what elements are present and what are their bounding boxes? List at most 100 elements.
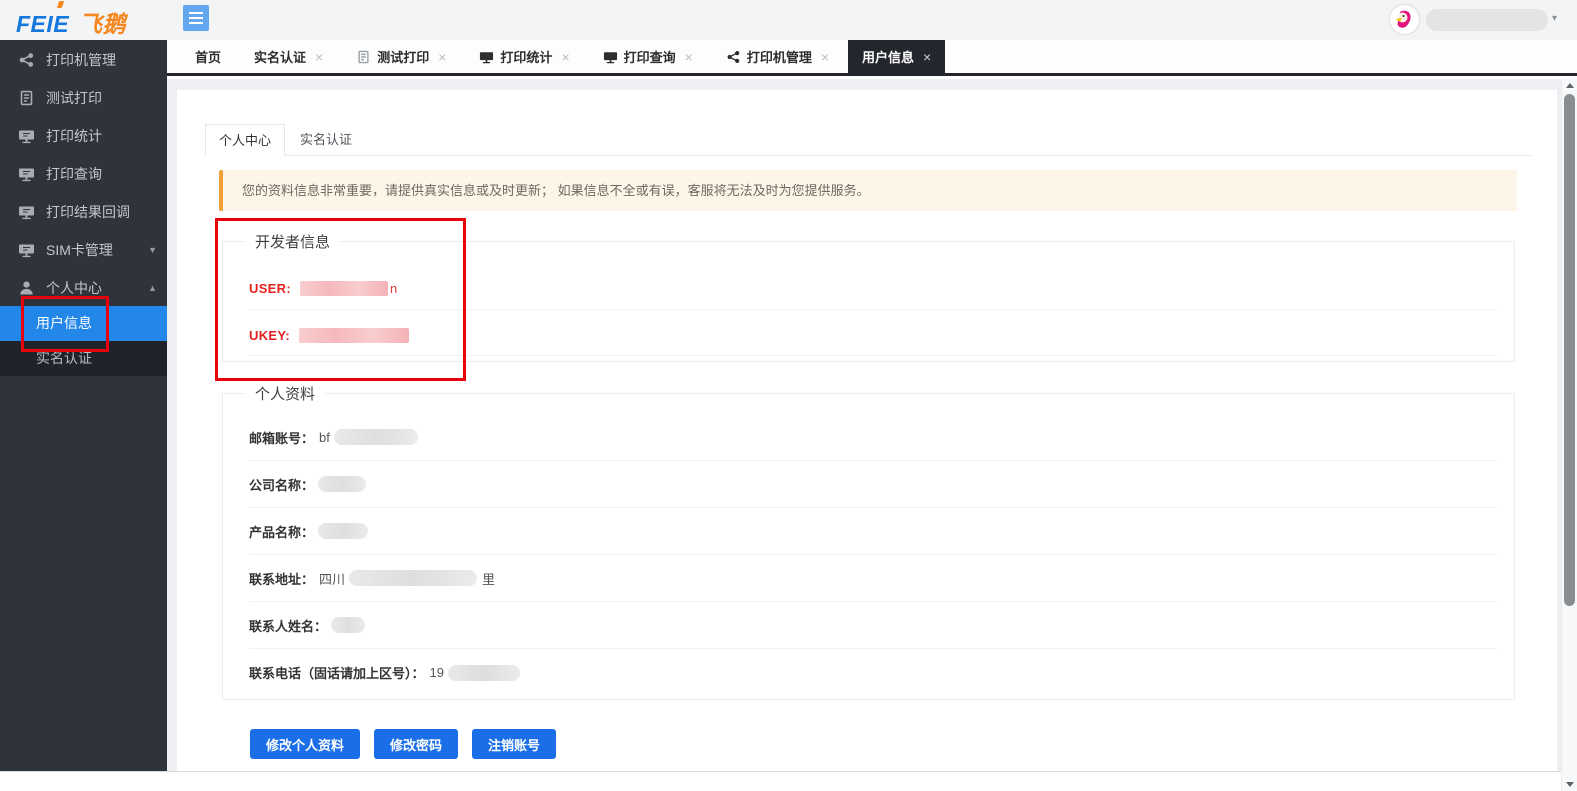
delete-account-button[interactable]: 注销账号 (472, 729, 556, 759)
sidebar-item-label: SIM卡管理 (46, 240, 113, 260)
notice-banner: 您的资料信息非常重要，请提供真实信息或及时更新； 如果信息不全或有误，客服将无法… (219, 170, 1517, 211)
content-background: 个人中心 实名认证 您的资料信息非常重要，请提供真实信息或及时更新； 如果信息不… (167, 79, 1561, 771)
sidebar-collapse-button[interactable] (183, 5, 209, 31)
close-icon[interactable]: × (923, 49, 931, 65)
inner-tab-personal-center[interactable]: 个人中心 (205, 124, 285, 156)
monitor-icon (603, 50, 618, 64)
tab-realname-auth[interactable]: 实名认证 × (240, 40, 337, 73)
logo-accent (57, 1, 64, 8)
change-password-button[interactable]: 修改密码 (374, 729, 458, 759)
triangle-up-icon (1566, 83, 1574, 88)
close-icon[interactable]: × (315, 49, 323, 65)
profile-row-email: 邮箱账号： bf (249, 414, 1498, 461)
profile-row-contact-name: 联系人姓名： (249, 602, 1498, 649)
sidebar-item-personal-center[interactable]: 个人中心 ▲ (0, 269, 167, 306)
row-divider (249, 309, 1498, 310)
user-icon (18, 280, 35, 296)
profile-row-product: 产品名称： (249, 508, 1498, 555)
close-icon[interactable]: × (821, 49, 829, 65)
sidebar-item-print-callback[interactable]: 打印结果回调 (0, 193, 167, 230)
tab-label: 打印统计 (500, 47, 552, 66)
document-icon (356, 50, 371, 64)
section-legend: 个人资料 (245, 383, 325, 404)
monitor-icon (18, 204, 35, 220)
monitor-icon (18, 242, 35, 258)
scroll-up-button[interactable] (1562, 78, 1577, 92)
sidebar-subitem-realname-auth[interactable]: 实名认证 (0, 341, 167, 376)
tab-label: 打印查询 (624, 47, 676, 66)
tab-label: 首页 (195, 47, 221, 66)
logo-text-cn: 飞鹅 (79, 11, 126, 37)
redacted-value (318, 476, 366, 492)
topbar: FEIE 飞鹅 ▾ (0, 0, 1577, 40)
personal-profile-section: 个人资料 邮箱账号： bf 公司名称： 产品名称： 联系地址： 四川 (222, 393, 1515, 700)
sidebar: 打印机管理 测试打印 打印统计 打印查询 打印结果回调 SIM卡管理 ▼ 个人中… (0, 40, 167, 771)
tab-test-print[interactable]: 测试打印 × (342, 40, 460, 73)
triangle-down-icon (1566, 782, 1574, 787)
row-divider (249, 355, 1498, 356)
redacted-value (331, 617, 365, 633)
bottom-strip (0, 771, 1561, 791)
scrollbar-thumb[interactable] (1564, 94, 1575, 606)
tab-user-info[interactable]: 用户信息 × (848, 40, 945, 73)
scroll-down-button[interactable] (1562, 777, 1577, 791)
vertical-scrollbar[interactable] (1561, 78, 1577, 791)
redacted-ukey-value (299, 328, 409, 343)
sidebar-item-label: 打印查询 (46, 164, 102, 184)
close-icon[interactable]: × (685, 49, 693, 65)
sidebar-item-sim-manage[interactable]: SIM卡管理 ▼ (0, 231, 167, 268)
tab-home[interactable]: 首页 (181, 40, 235, 73)
redacted-value (334, 429, 418, 445)
profile-row-phone: 联系电话（固话请加上区号）： 19 (249, 649, 1498, 696)
tab-label: 打印机管理 (747, 47, 812, 66)
profile-row-company: 公司名称： (249, 461, 1498, 508)
ukey-label: UKEY: (249, 328, 290, 343)
tab-print-query[interactable]: 打印查询 × (589, 40, 707, 73)
sidebar-item-print-stats[interactable]: 打印统计 (0, 117, 167, 154)
tab-label: 测试打印 (377, 47, 429, 66)
edit-profile-button[interactable]: 修改个人资料 (250, 729, 360, 759)
user-label: USER: (249, 281, 291, 296)
sidebar-item-label: 测试打印 (46, 88, 102, 108)
monitor-icon (18, 166, 35, 182)
section-legend: 开发者信息 (245, 231, 340, 252)
chevron-up-icon: ▲ (148, 283, 157, 293)
developer-info-section: 开发者信息 USER: n UKEY: (222, 241, 1515, 362)
sidebar-item-label: 打印统计 (46, 126, 102, 146)
inner-tabbar: 个人中心 实名认证 (205, 124, 1531, 156)
page-tabbar: 首页 实名认证 × 测试打印 × 打印统计 × 打印查询 × 打印机管理 × 用… (167, 40, 1577, 76)
profile-row-address: 联系地址： 四川 里 (249, 555, 1498, 602)
goose-avatar-icon (1390, 5, 1419, 34)
user-value-suffix: n (390, 281, 397, 296)
redacted-value (349, 570, 477, 586)
sidebar-item-printer-manage[interactable]: 打印机管理 (0, 41, 167, 78)
redacted-value (318, 523, 368, 539)
user-avatar[interactable] (1390, 5, 1419, 34)
app-window: FEIE 飞鹅 ▾ 打印机管理 测试打印 (0, 0, 1577, 791)
user-info-card: 个人中心 实名认证 您的资料信息非常重要，请提供真实信息或及时更新； 如果信息不… (177, 90, 1557, 771)
sidebar-item-test-print[interactable]: 测试打印 (0, 79, 167, 116)
ukey-row: UKEY: (249, 320, 1498, 350)
redacted-value (448, 665, 520, 681)
tab-printer-manage[interactable]: 打印机管理 × (712, 40, 843, 73)
tab-print-stats[interactable]: 打印统计 × (465, 40, 583, 73)
monitor-icon (18, 128, 35, 144)
inner-tab-realname-auth[interactable]: 实名认证 (286, 124, 366, 156)
hamburger-icon (189, 12, 203, 14)
document-icon (18, 90, 35, 106)
tab-label: 实名认证 (254, 47, 306, 66)
close-icon[interactable]: × (561, 49, 569, 65)
tab-label: 用户信息 (862, 47, 914, 66)
sidebar-item-label: 个人中心 (46, 278, 102, 298)
sidebar-item-print-query[interactable]: 打印查询 (0, 155, 167, 192)
close-icon[interactable]: × (438, 49, 446, 65)
user-key-row: USER: n (249, 273, 1498, 303)
logo-text-en: FEIE (16, 11, 69, 37)
sidebar-item-label: 打印机管理 (46, 50, 116, 70)
username-redacted[interactable] (1426, 9, 1548, 31)
feie-logo: FEIE 飞鹅 (16, 5, 126, 39)
chevron-down-icon: ▼ (148, 245, 157, 255)
user-menu-caret-icon[interactable]: ▾ (1552, 13, 1557, 24)
sidebar-subitem-user-info[interactable]: 用户信息 (0, 306, 167, 341)
printer-cluster-icon (726, 50, 741, 64)
